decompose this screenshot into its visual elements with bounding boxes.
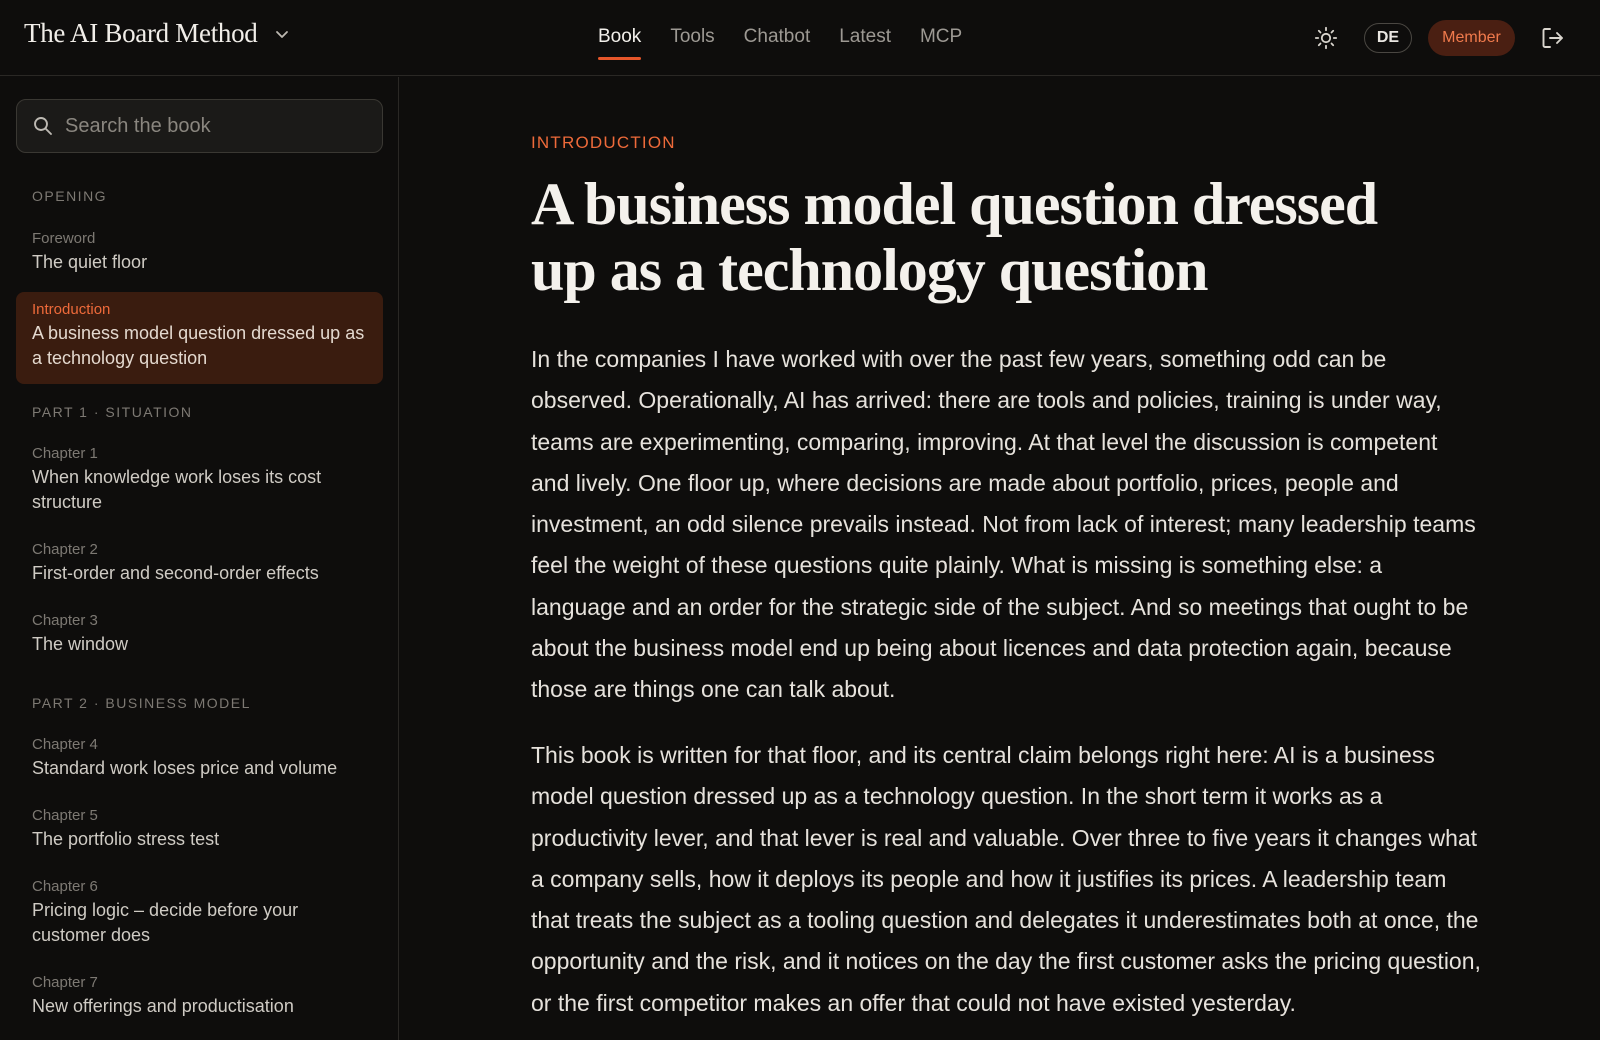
search-icon [33,116,53,136]
toc-kicker: Introduction [32,301,111,318]
toc-title: The window [32,634,129,654]
toc-kicker: Chapter 3 [32,612,98,629]
logout-icon[interactable] [1540,25,1566,51]
toc-item-chapter-6[interactable]: Chapter 6 Pricing logic – decide before … [16,876,383,948]
brand-title: The AI Board Method [24,18,258,48]
toc-item-introduction[interactable]: Introduction A business model question d… [16,292,383,384]
toc-title: The quiet floor [32,252,148,272]
nav-book[interactable]: Book [598,0,642,76]
toc-title: The portfolio stress test [32,829,220,849]
toc-item-chapter-3[interactable]: Chapter 3 The window [16,610,383,657]
toc-item-chapter-5[interactable]: Chapter 5 The portfolio stress test [16,805,383,852]
toc-item-chapter-7[interactable]: Chapter 7 New offerings and productisati… [16,972,383,1019]
nav-chatbot[interactable]: Chatbot [744,0,811,76]
top-header: The AI Board Method Book Tools Chatbot L… [0,0,1600,76]
section-heading-part2: PART 2 · BUSINESS MODEL [32,695,251,711]
book-sidebar: OPENING Foreword The quiet floor Introdu… [0,77,399,1040]
search-input[interactable] [65,100,365,152]
chevron-down-icon [274,26,290,42]
nav-latest[interactable]: Latest [839,0,891,76]
toc-title: Standard work loses price and volume [32,758,338,778]
brand-menu[interactable]: The AI Board Method [24,18,290,49]
page-title: A business model question dressed up as … [531,171,1378,303]
toc-kicker: Chapter 7 [32,974,98,991]
toc-item-chapter-2[interactable]: Chapter 2 First-order and second-order e… [16,539,383,586]
toc-kicker: Chapter 4 [32,736,98,753]
toc-kicker: Chapter 5 [32,807,98,824]
toc-title: New offerings and productisation [32,996,294,1016]
toc-title: First-order and second-order effects [32,563,319,583]
book-content: INTRODUCTION A business model question d… [400,77,1600,1040]
member-button[interactable]: Member [1428,20,1515,56]
nav-tools[interactable]: Tools [670,0,714,76]
toc-kicker: Chapter 2 [32,541,98,558]
toc-title: Pricing logic – decide before your custo… [32,900,299,945]
main-nav: Book Tools Chatbot Latest MCP [598,0,991,76]
section-heading-part1: PART 1 · SITUATION [32,404,193,420]
nav-mcp[interactable]: MCP [920,0,962,76]
toc-title: When knowledge work loses its cost struc… [32,467,322,512]
section-heading-opening: OPENING [32,188,108,204]
chapter-eyebrow: INTRODUCTION [531,133,676,152]
body-paragraph: In the companies I have worked with over… [531,346,1476,703]
toc-kicker: Chapter 6 [32,878,98,895]
toc-title: A business model question dressed up as … [32,323,365,368]
toc-item-chapter-4[interactable]: Chapter 4 Standard work loses price and … [16,734,383,781]
sun-icon[interactable] [1314,26,1338,50]
language-toggle-button[interactable]: DE [1364,23,1412,53]
toc-item-chapter-1[interactable]: Chapter 1 When knowledge work loses its … [16,443,383,515]
body-paragraph: This book is written for that floor, and… [531,742,1481,1016]
toc-kicker: Foreword [32,230,96,247]
search-box[interactable] [16,99,383,153]
toc-item-foreword[interactable]: Foreword The quiet floor [16,228,383,275]
toc-kicker: Chapter 1 [32,445,98,462]
